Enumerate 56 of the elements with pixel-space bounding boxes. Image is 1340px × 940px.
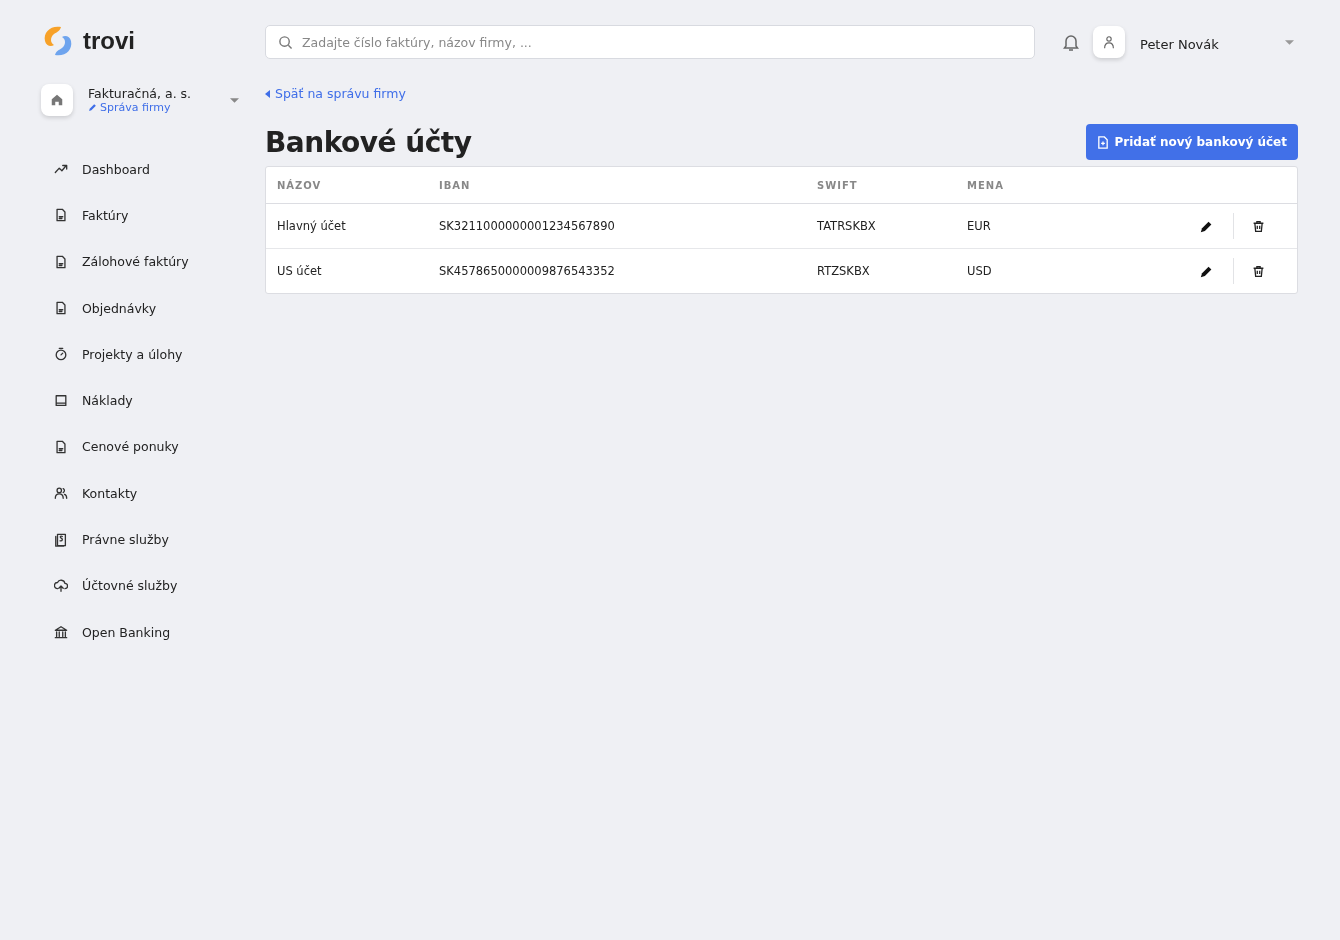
sidebar-item[interactable]: Objednávky	[41, 284, 265, 332]
home-icon	[50, 93, 64, 107]
table-cell-text: EUR	[967, 219, 992, 233]
caret-icon[interactable]	[230, 97, 239, 103]
stopwatch-icon	[54, 347, 68, 362]
add-bank-account-button[interactable]: Pridať nový bankový účet	[1086, 124, 1298, 160]
people-icon	[54, 486, 68, 501]
company-name: Fakturačná, a. s.	[88, 86, 193, 101]
legal-document-icon	[54, 532, 68, 547]
person-icon	[1102, 35, 1116, 49]
user-name[interactable]: Peter Novák	[1140, 36, 1285, 52]
sidebar-item[interactable]: Dashboard	[41, 146, 265, 193]
bank-icon	[54, 625, 68, 640]
document-icon	[54, 439, 68, 454]
bell-icon[interactable]	[1061, 32, 1081, 52]
sidebar-item[interactable]: Právne služby	[41, 516, 265, 563]
document-icon	[54, 301, 68, 316]
document-icon	[54, 208, 68, 223]
sidebar-item[interactable]: Projekty a úlohy	[41, 331, 265, 378]
trash-icon	[1252, 219, 1265, 233]
caret-icon	[265, 89, 270, 98]
pencil-icon	[88, 103, 97, 112]
search-field[interactable]: Zadajte číslo faktúry, názov firmy, ...	[265, 25, 1035, 59]
sidebar-item[interactable]: Zálohové faktúry	[41, 238, 265, 285]
book-icon	[54, 393, 68, 408]
sidebar-item[interactable]: Faktúry	[41, 192, 265, 239]
column-header: MENA	[967, 179, 1005, 191]
trash-icon	[1252, 264, 1265, 278]
logo-text: trovi	[83, 27, 135, 55]
column-header: NÁZOV	[277, 179, 323, 191]
search-icon	[278, 35, 293, 50]
sidebar-item[interactable]: Cenové ponuky	[41, 423, 265, 471]
table-cell-text: TATRSKBX	[817, 219, 877, 233]
sidebar-item[interactable]: Open Banking	[41, 608, 265, 656]
sidebar-item[interactable]: Účtovné služby	[41, 562, 265, 609]
table-cell-text: SK4578650000009876543352	[439, 264, 616, 278]
company-settings-link[interactable]: Správa firmy	[88, 101, 215, 114]
table-cell-text: US účet	[277, 264, 323, 278]
pencil-icon	[1200, 264, 1213, 278]
sidebar-item[interactable]: Náklady	[41, 377, 265, 424]
back-link[interactable]: Späť na správu firmy	[265, 86, 406, 101]
table-cell-text: SK3211000000001234567890	[439, 219, 616, 233]
column-header: SWIFT	[817, 179, 859, 191]
table-cell-text: USD	[967, 264, 993, 278]
sidebar-item[interactable]: Kontakty	[41, 470, 265, 517]
company-avatar[interactable]	[41, 84, 73, 116]
column-header: IBAN	[439, 179, 472, 191]
document-icon	[1097, 135, 1110, 149]
user-avatar[interactable]	[1093, 26, 1125, 58]
document-icon	[54, 254, 68, 269]
page-title: Bankové účty	[265, 125, 472, 159]
caret-icon[interactable]	[1285, 39, 1294, 45]
table-cell-text: RTZSKBX	[817, 264, 871, 278]
cloud-upload-icon	[54, 578, 68, 593]
table-cell-text: Hlavný účet	[277, 219, 347, 233]
pencil-icon	[1200, 219, 1213, 233]
